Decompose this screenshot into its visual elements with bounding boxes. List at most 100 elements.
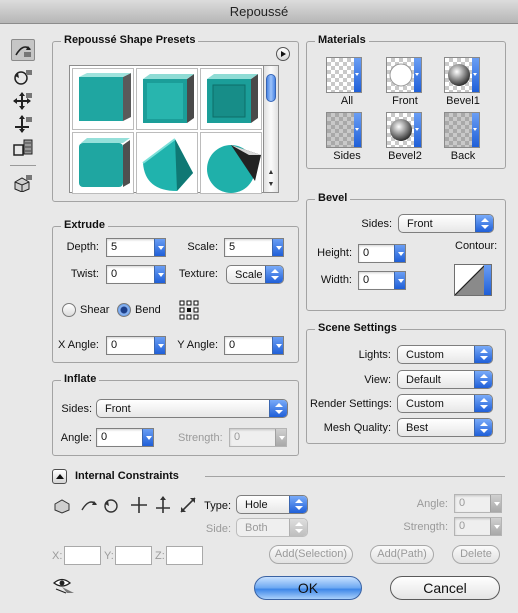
constraint-side-label: Side: xyxy=(205,523,231,535)
texture-select[interactable]: Scale xyxy=(226,265,284,284)
bevel-sides-select[interactable]: Front xyxy=(398,214,494,233)
mesh-quality-select[interactable]: Best xyxy=(397,418,493,437)
inflate-angle-label: Angle: xyxy=(60,432,92,444)
scroll-down-arrow-icon[interactable]: ▼ xyxy=(266,180,276,190)
depth-field[interactable]: 5 xyxy=(106,238,166,257)
constraint-strength-field: 0 xyxy=(454,517,502,536)
bevel-height-field[interactable]: 0 xyxy=(358,244,406,263)
material-back-label: Back xyxy=(450,150,476,162)
cube-preset[interactable] xyxy=(72,68,134,130)
inflate-strength-label: Strength: xyxy=(178,432,223,444)
scale-label: Scale: xyxy=(187,241,218,253)
presets-scroll-thumb[interactable] xyxy=(266,74,276,102)
add-path-button[interactable]: Add(Path) xyxy=(370,545,434,564)
material-front-label: Front xyxy=(392,95,418,107)
x-angle-field[interactable]: 0 xyxy=(106,336,166,355)
inflate-title: Inflate xyxy=(61,373,100,385)
lights-select[interactable]: Custom xyxy=(397,345,493,364)
inflate-sides-label: Sides: xyxy=(61,403,92,415)
scene-settings-title: Scene Settings xyxy=(315,322,400,334)
y-coord-label: Y: xyxy=(104,550,114,562)
tool-separator xyxy=(10,165,36,166)
constraints-divider xyxy=(205,476,505,477)
presets-scrollbar[interactable]: ▲ ▼ xyxy=(264,65,279,193)
render-settings-select[interactable]: Custom xyxy=(397,394,493,413)
material-bevel2-swatch[interactable] xyxy=(386,112,422,148)
z-coord-label: Z: xyxy=(155,550,165,562)
bevel-width-field[interactable]: 0 xyxy=(358,271,406,290)
x-coord-label: X: xyxy=(52,550,63,562)
presets-list[interactable] xyxy=(69,65,264,194)
reference-point-icon[interactable] xyxy=(179,300,199,320)
object-roll-icon[interactable] xyxy=(11,66,35,88)
extrude-title: Extrude xyxy=(61,219,108,231)
y-coord-field xyxy=(115,546,152,565)
shear-radio[interactable] xyxy=(62,303,76,317)
internal-constraints-title: Internal Constraints xyxy=(75,470,179,482)
constraints-toggle-icon[interactable] xyxy=(52,469,67,484)
flyout-arrow-icon[interactable] xyxy=(276,47,290,61)
inset-cube-preset[interactable] xyxy=(200,68,262,130)
material-all-swatch[interactable] xyxy=(326,57,362,93)
twist-field[interactable]: 0 xyxy=(106,265,166,284)
shape-presets-title: Repoussé Shape Presets xyxy=(61,34,199,46)
inflate-sides-select[interactable]: Front xyxy=(96,399,288,418)
material-front-swatch[interactable] xyxy=(386,57,422,93)
constraint-roll-icon[interactable] xyxy=(101,495,123,515)
texture-label: Texture: xyxy=(178,268,218,280)
tool-column xyxy=(0,24,44,613)
cancel-button[interactable]: Cancel xyxy=(390,576,500,600)
constraint-side-select: Both xyxy=(236,518,308,537)
add-selection-button[interactable]: Add(Selection) xyxy=(269,545,353,564)
material-bevel1-label: Bevel1 xyxy=(446,95,480,107)
x-coord-field xyxy=(64,546,101,565)
y-angle-field[interactable]: 0 xyxy=(224,336,284,355)
sphere-cone-preset[interactable] xyxy=(200,132,262,194)
scale-field[interactable]: 5 xyxy=(224,238,284,257)
depth-label: Depth: xyxy=(66,241,99,253)
bend-radio[interactable] xyxy=(117,303,131,317)
constraint-object-icon[interactable] xyxy=(51,495,73,515)
scroll-up-arrow-icon[interactable]: ▲ xyxy=(266,168,276,178)
inflate-strength-field: 0 xyxy=(229,428,287,447)
render-settings-label: Render Settings: xyxy=(310,398,392,410)
window-title: Repoussé xyxy=(0,0,518,24)
z-coord-field xyxy=(166,546,203,565)
material-back-swatch[interactable] xyxy=(444,112,480,148)
view-select[interactable]: Default xyxy=(397,370,493,389)
object-slide-icon[interactable] xyxy=(11,113,35,135)
x-angle-label: X Angle: xyxy=(58,339,99,351)
constraint-pan-icon[interactable] xyxy=(128,495,150,515)
material-bevel1-swatch[interactable] xyxy=(444,57,480,93)
delete-button[interactable]: Delete xyxy=(452,545,500,564)
constraint-scale-icon[interactable] xyxy=(178,495,200,515)
constraint-type-label: Type: xyxy=(204,500,231,512)
rounded-cube-preset[interactable] xyxy=(72,132,134,194)
constraint-slide-icon[interactable] xyxy=(152,495,174,515)
object-scale-icon[interactable] xyxy=(11,137,35,159)
bevel-title: Bevel xyxy=(315,192,351,204)
constraint-strength-label: Strength: xyxy=(403,521,448,533)
cone-preset[interactable] xyxy=(136,132,198,194)
bevel-height-label: Height: xyxy=(317,247,352,259)
material-bevel2-label: Bevel2 xyxy=(388,150,422,162)
ok-button[interactable]: OK xyxy=(254,576,362,600)
lights-label: Lights: xyxy=(358,349,391,361)
inflate-angle-field[interactable]: 0 xyxy=(96,428,154,447)
constraint-angle-label: Angle: xyxy=(416,498,448,510)
materials-title: Materials xyxy=(315,34,369,46)
object-rotate-icon[interactable] xyxy=(11,39,35,61)
camera-icon[interactable] xyxy=(11,172,35,194)
contour-label: Contour: xyxy=(455,240,498,252)
mesh-quality-label: Mesh Quality: xyxy=(323,422,391,434)
beveled-cube-preset[interactable] xyxy=(136,68,198,130)
preview-eye-icon[interactable] xyxy=(52,576,76,594)
material-sides-swatch[interactable] xyxy=(326,112,362,148)
material-sides-label: Sides xyxy=(333,150,361,162)
object-pan-icon[interactable] xyxy=(11,90,35,112)
contour-picker[interactable] xyxy=(454,264,492,296)
bend-label: Bend xyxy=(135,304,161,316)
constraint-rotate-icon[interactable] xyxy=(78,495,100,515)
constraint-type-select[interactable]: Hole xyxy=(236,495,308,514)
constraint-angle-field: 0 xyxy=(454,494,502,513)
